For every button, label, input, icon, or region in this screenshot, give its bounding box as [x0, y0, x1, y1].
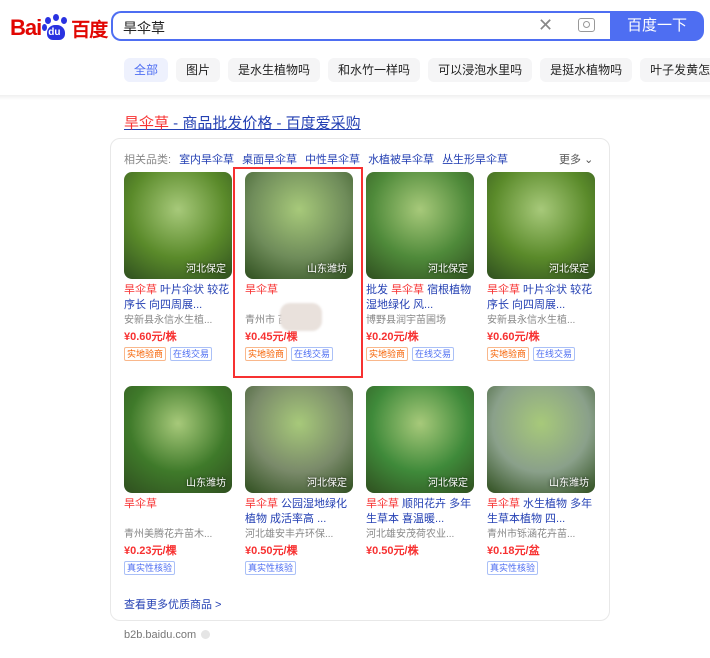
related-item[interactable]: 丛生形旱伞草	[442, 151, 508, 167]
seller-name[interactable]: 河北雄安丰卉环保...	[245, 528, 353, 542]
highlight-box	[233, 167, 363, 378]
product-image[interactable]: 河北保定	[245, 386, 353, 493]
tab-suggestion[interactable]: 是挺水植物吗	[540, 58, 633, 82]
related-item[interactable]: 桌面旱伞草	[242, 151, 297, 167]
product-title[interactable]: 旱伞草 水生植物 多年生草本植物 四...	[487, 497, 595, 527]
location-label: 河北保定	[186, 264, 226, 275]
badge: 在线交易	[533, 347, 576, 361]
badge: 真实性核验	[124, 561, 176, 575]
seller-name[interactable]: 安新县永信水生植...	[487, 314, 595, 328]
price: ¥0.60元/株	[487, 331, 540, 343]
badge: 实地验商	[366, 347, 409, 361]
price: ¥0.50元/棵	[245, 545, 298, 557]
seller-name[interactable]: 河北雄安茂荷农业...	[366, 528, 474, 542]
blurred-region	[280, 303, 322, 331]
see-more-link[interactable]: 查看更多优质商品 >	[124, 596, 221, 612]
header-divider	[0, 95, 710, 100]
search-button[interactable]: 百度一下	[610, 11, 704, 41]
product-item[interactable]: 河北保定旱伞草 公园湿地绿化植物 成活率高 ... 河北雄安丰卉环保... ¥0.5…	[245, 386, 353, 575]
price: ¥0.18元/盆	[487, 545, 540, 557]
tab-images[interactable]: 图片	[176, 58, 221, 82]
search-input[interactable]: 旱伞草	[123, 18, 165, 38]
product-title[interactable]: 批发 旱伞草 宿根植物 湿地绿化 风...	[366, 283, 474, 313]
logo-text-cn: 百度	[71, 18, 108, 41]
badge: 实地验商	[124, 347, 167, 361]
product-title[interactable]: 旱伞草	[124, 497, 232, 527]
related-label: 相关品类:	[124, 154, 172, 166]
tab-suggestion[interactable]: 是水生植物吗	[228, 58, 321, 82]
badge: 真实性核验	[487, 561, 539, 575]
logo-text-bai: Bai	[10, 15, 42, 40]
price: ¥0.60元/株	[124, 331, 177, 343]
info-icon[interactable]	[201, 630, 211, 639]
product-title[interactable]: 旱伞草 叶片伞状 较花序长 向四周展...	[487, 283, 595, 313]
more-button[interactable]: 更多 ⌄	[559, 151, 593, 167]
tab-suggestion[interactable]: 叶子发黄怎	[640, 58, 710, 82]
product-item[interactable]: 河北保定批发 旱伞草 宿根植物 湿地绿化 风... 博野县润宇苗圃场 ¥0.20元/…	[366, 172, 474, 361]
product-item[interactable]: 河北保定旱伞草 叶片伞状 较花序长 向四周展... 安新县永信水生植... ¥0.6…	[124, 172, 232, 361]
badge: 真实性核验	[245, 561, 297, 575]
badge: 在线交易	[412, 347, 455, 361]
product-image[interactable]: 河北保定	[366, 172, 474, 279]
tab-suggestion[interactable]: 和水竹一样吗	[328, 58, 421, 82]
result-title-wrap: 旱伞草 - 商品批发价格 - 百度爱采购	[124, 112, 361, 133]
related-item[interactable]: 室内旱伞草	[179, 151, 234, 167]
location-label: 河北保定	[549, 264, 589, 275]
product-title[interactable]: 旱伞草 叶片伞状 较花序长 向四周展...	[124, 283, 232, 313]
badge: 实地验商	[487, 347, 530, 361]
product-image[interactable]: 河北保定	[124, 172, 232, 279]
paw-icon: du	[42, 14, 70, 42]
location-label: 河北保定	[428, 264, 468, 275]
price: ¥0.20元/株	[366, 331, 419, 343]
location-label: 山东潍坊	[186, 478, 226, 489]
seller-name[interactable]: 青州美腾花卉苗木...	[124, 528, 232, 542]
price: ¥0.23元/棵	[124, 545, 177, 557]
related-categories: 相关品类: 室内旱伞草 桌面旱伞草 中性旱伞草 水植被旱伞草 丛生形旱伞草	[124, 151, 508, 167]
product-image[interactable]: 河北保定	[487, 172, 595, 279]
product-item[interactable]: 河北保定旱伞草 顺阳花卉 多年生草本 喜温暖... 河北雄安茂荷农业... ¥0.5…	[366, 386, 474, 561]
product-item[interactable]: 山东潍坊旱伞草 青州美腾花卉苗木... ¥0.23元/棵 真实性核验	[124, 386, 232, 575]
badge-row: 真实性核验	[245, 561, 353, 575]
baidu-logo[interactable]: Bai du 百度	[10, 11, 108, 45]
seller-name[interactable]: 青州市铄涵花卉苗...	[487, 528, 595, 542]
location-label: 河北保定	[307, 478, 347, 489]
badge-row: 实地验商 在线交易	[487, 347, 595, 361]
seller-name[interactable]: 博野县润宇苗圃场	[366, 314, 474, 328]
product-item[interactable]: 山东潍坊旱伞草 水生植物 多年生草本植物 四... 青州市铄涵花卉苗... ¥0.1…	[487, 386, 595, 575]
clear-icon[interactable]: ✕	[538, 15, 553, 36]
related-item[interactable]: 水植被旱伞草	[368, 151, 434, 167]
product-title[interactable]: 旱伞草 公园湿地绿化植物 成活率高 ...	[245, 497, 353, 527]
badge-row: 真实性核验	[124, 561, 232, 575]
product-image[interactable]: 河北保定	[366, 386, 474, 493]
badge-row: 实地验商 在线交易	[124, 347, 232, 361]
search-tabs: 全部 图片 是水生植物吗 和水竹一样吗 可以浸泡水里吗 是挺水植物吗 叶子发黄怎	[124, 58, 710, 82]
location-label: 山东潍坊	[549, 478, 589, 489]
chevron-down-icon: ⌄	[584, 154, 594, 166]
tab-all[interactable]: 全部	[124, 58, 169, 82]
seller-name[interactable]: 安新县永信水生植...	[124, 314, 232, 328]
product-image[interactable]: 山东潍坊	[124, 386, 232, 493]
product-item[interactable]: 河北保定旱伞草 叶片伞状 较花序长 向四周展... 安新县永信水生植... ¥0.6…	[487, 172, 595, 361]
related-item[interactable]: 中性旱伞草	[305, 151, 360, 167]
tab-suggestion[interactable]: 可以浸泡水里吗	[428, 58, 533, 82]
badge-row: 真实性核验	[487, 561, 595, 575]
price: ¥0.50元/株	[366, 545, 419, 557]
search-box[interactable]: 旱伞草 ✕	[111, 11, 622, 41]
badge: 在线交易	[170, 347, 213, 361]
badge-row: 实地验商 在线交易	[366, 347, 474, 361]
result-title[interactable]: 旱伞草 - 商品批发价格 - 百度爱采购	[124, 115, 361, 132]
location-label: 河北保定	[428, 478, 468, 489]
product-title[interactable]: 旱伞草 顺阳花卉 多年生草本 喜温暖...	[366, 497, 474, 527]
product-image[interactable]: 山东潍坊	[487, 386, 595, 493]
header: Bai du 百度 旱伞草 ✕ 百度一下 全部 图片 是水生植物吗 和水竹一样吗…	[0, 0, 710, 100]
source-url[interactable]: b2b.baidu.com	[124, 629, 211, 641]
logo-text-du: du	[48, 27, 61, 38]
camera-icon[interactable]	[578, 18, 595, 32]
